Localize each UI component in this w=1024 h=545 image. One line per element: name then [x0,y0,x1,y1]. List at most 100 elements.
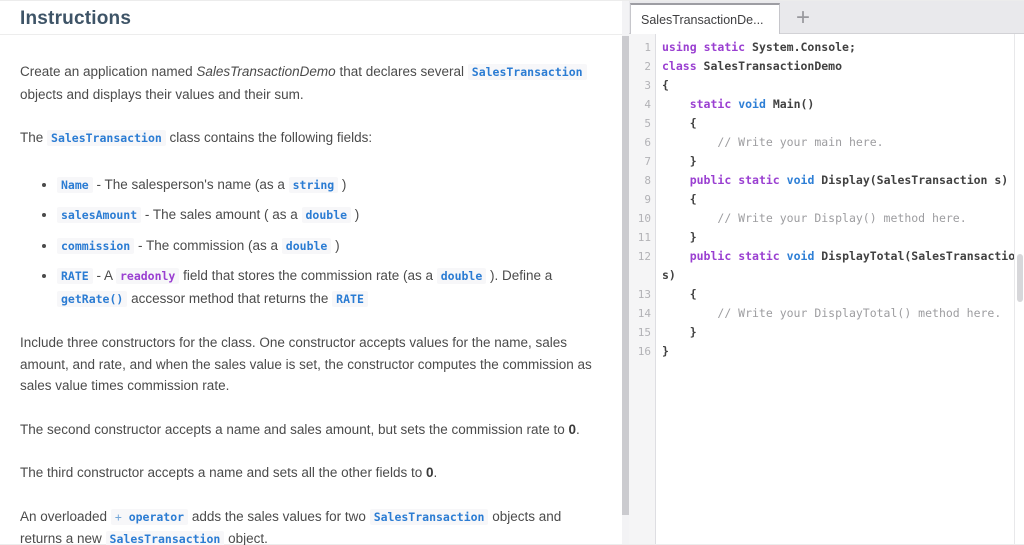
code-line[interactable]: 8 public static void Display(SalesTransa… [629,171,1024,190]
code-text: { [662,285,1024,304]
code-text: } [662,342,1024,361]
code-token: class [662,59,697,73]
line-number: 14 [637,307,651,320]
code-text: class SalesTransactionDemo [662,57,1024,76]
code-token: } [662,230,697,244]
code-line[interactable]: 4 static void Main() [629,95,1024,114]
instructions-panel: Instructions Create an application named… [0,1,622,545]
text-segment: SalesTransactionDemo [196,64,336,79]
line-number: 13 [637,288,651,301]
new-tab-button[interactable]: + [790,5,816,31]
inline-code: SalesTransaction [467,64,587,80]
code-text: { [662,190,1024,209]
text-segment: . [433,465,438,480]
inline-code: salesAmount [57,207,142,223]
line-number: 11 [637,231,651,244]
line-number: 16 [637,345,651,358]
text-segment: The [20,130,48,145]
code-token: } [662,325,697,339]
code-token: static [738,249,780,263]
code-line[interactable]: 2 class SalesTransactionDemo [629,57,1024,76]
line-number: 2 [644,60,651,73]
editor-panel: SalesTransactionDe... + 1 using static Sy… [629,1,1024,544]
text-segment: An overloaded [20,508,111,524]
code-text: using static System.Console; [662,38,1024,57]
fields-list: Name - The salesperson's name (as a stri… [20,174,596,311]
text-segment: objects and displays their values and th… [20,86,304,102]
code-line[interactable]: 3{ [629,76,1024,95]
text-segment: Include three constructors for the class… [20,335,592,393]
inline-code: getRate() [57,290,128,307]
code-token: // Write your DisplayTotal() method here… [662,306,1002,320]
editor-scrollbar[interactable] [1014,34,1024,544]
code-line[interactable]: 9 { [629,190,1024,209]
code-text: static void Main() [662,95,1024,114]
inline-code-token: operator [121,509,185,524]
code-token: public [689,173,732,187]
instruction-paragraph: The second constructor accepts a name an… [20,419,596,441]
code-lines: 1 using static System.Console; 2 class Sale… [629,38,1024,361]
inline-code: SalesTransaction [47,130,166,146]
code-token: public [689,249,732,263]
text-segment: The third constructor accepts a name and… [20,465,426,480]
line-number: 9 [644,193,651,206]
text-segment: - The commission (as a [134,237,282,253]
text-segment: - The sales amount ( as a [141,207,302,222]
instructions-scrollbar[interactable] [622,1,629,544]
code-line[interactable]: 6 // Write your main here. [629,133,1024,152]
field-list-item: commission - The commission (as a double… [57,235,596,258]
code-line[interactable]: 10 // Write your Display() method here. [629,209,1024,228]
code-line[interactable]: 7 } [629,152,1024,171]
code-line[interactable]: 15 } [629,323,1024,342]
text-segment: - A [92,268,116,283]
inline-code: SalesTransaction [369,508,489,525]
line-number: 8 [644,174,651,187]
inline-code: SalesTransaction [105,531,225,545]
inline-code: commission [57,237,135,254]
code-token: } [662,154,697,168]
code-token: System.Console; [745,40,856,54]
code-text: { [662,76,1024,95]
code-token: void [738,97,766,111]
code-line[interactable]: 5 { [629,114,1024,133]
text-segment: 0 [568,421,577,437]
tab-salestransactiondemo[interactable]: SalesTransactionDe... [630,3,780,34]
code-line[interactable]: 12 public static void DisplayTotal(Sales… [629,247,1024,285]
text-segment: class contains the following fields: [165,130,373,145]
line-number: 15 [637,326,651,339]
code-line[interactable]: 13 { [629,285,1024,304]
code-token: // Write your Display() method here. [662,211,967,225]
inline-code: string [288,176,339,193]
text-segment: . [576,421,580,437]
code-token: Display(SalesTransaction s) [814,173,1009,187]
inline-code-token: + [114,509,122,524]
text-segment: Create an application named [20,64,197,79]
line-number: 1 [644,41,651,54]
code-token: { [662,116,697,130]
plus-icon: + [795,4,810,31]
line-number: 3 [644,79,651,92]
instruction-paragraph: An overloaded + operator adds the sales … [20,506,596,545]
instructions-scrollbar-thumb[interactable] [622,36,629,515]
code-line[interactable]: 1 using static System.Console; [629,38,1024,57]
line-number: 12 [637,250,651,263]
code-line[interactable]: 14 // Write your DisplayTotal() method h… [629,304,1024,323]
code-line[interactable]: 16} [629,342,1024,361]
editor-scrollbar-thumb[interactable] [1017,254,1023,302]
code-line[interactable]: 11 } [629,228,1024,247]
exercise-workspace: Instructions Create an application named… [0,0,1024,545]
field-list-item: salesAmount - The sales amount ( as a do… [57,204,596,227]
inline-code: RATE [57,268,93,284]
inline-code: readonly [115,268,180,284]
text-segment: ). Define a [486,268,553,283]
code-editor[interactable]: 1 using static System.Console; 2 class Sale… [629,34,1024,544]
page-title: Instructions [20,8,132,29]
editor-tab-bar: SalesTransactionDe... + [629,1,1024,34]
code-text: // Write your Display() method here. [662,209,1024,228]
instruction-paragraph: Create an application named SalesTransac… [20,61,596,105]
inline-code: Name [57,176,93,193]
